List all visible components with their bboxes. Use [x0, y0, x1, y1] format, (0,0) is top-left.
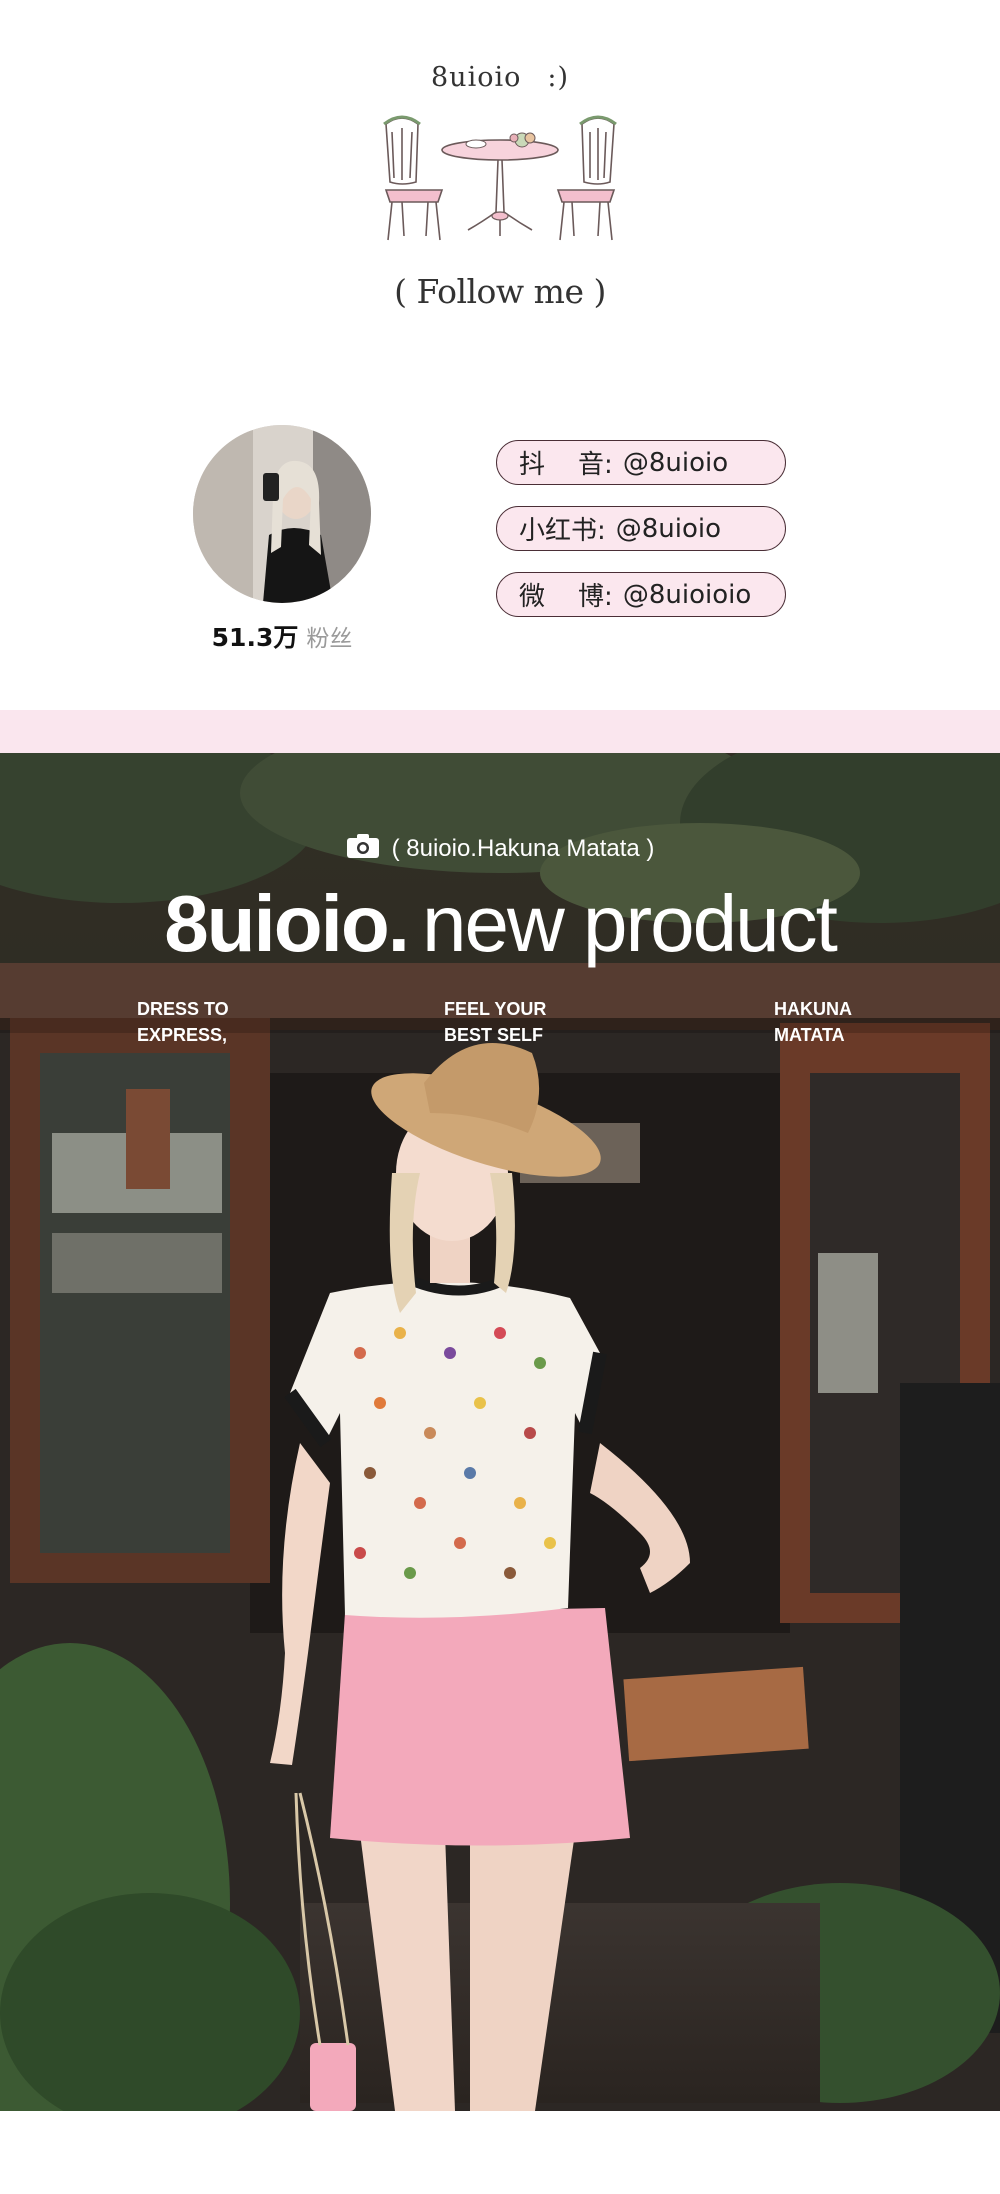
followers-count: 51.3万 [211, 623, 299, 652]
social-handle: @8uioio [615, 513, 722, 544]
social-xiaohongshu[interactable]: 小红书: @8uioio [496, 506, 786, 551]
divider-band [0, 710, 1000, 753]
camera-caption: ( 8uioio.Hakuna Matata ) [0, 833, 1000, 863]
avatar-photo [193, 425, 371, 603]
social-handle: @8uioio [622, 447, 729, 478]
tagline-hakuna: HAKUNA MATATA [774, 999, 852, 1045]
followers-label: 粉丝 [306, 626, 353, 652]
headline-product: new product [421, 879, 838, 968]
headline: 8uioio. new product [0, 878, 1000, 970]
social-douyin[interactable]: 抖 音: @8uioio [496, 440, 786, 485]
social-platform: 小红书: [519, 516, 606, 546]
brand-smile: :) [547, 62, 569, 93]
cafe-table-illustration [383, 115, 617, 241]
camera-icon [346, 834, 379, 858]
social-weibo[interactable]: 微 博: @8uioioio [496, 572, 786, 617]
tagline-dress: DRESS TO EXPRESS, [137, 999, 229, 1045]
tagline-feel: FEEL YOUR BEST SELF [444, 999, 547, 1045]
camera-caption-text: ( 8uioio.Hakuna Matata ) [391, 835, 655, 862]
social-handle: @8uioioio [622, 579, 752, 610]
social-platform: 微 博: [519, 582, 613, 612]
brand-title: 8uioio:) [0, 62, 1000, 93]
social-platform: 抖 音: [519, 450, 613, 480]
followers: 51.3万 粉丝 [193, 618, 371, 654]
follow-me-text: ( Follow me ) [394, 272, 606, 311]
brand-name: 8uioio [431, 62, 522, 93]
avatar[interactable] [193, 425, 371, 603]
product-banner: ( 8uioio.Hakuna Matata ) 8uioio. new prod… [0, 753, 1000, 2111]
headline-brand: 8uioio. [164, 879, 410, 968]
